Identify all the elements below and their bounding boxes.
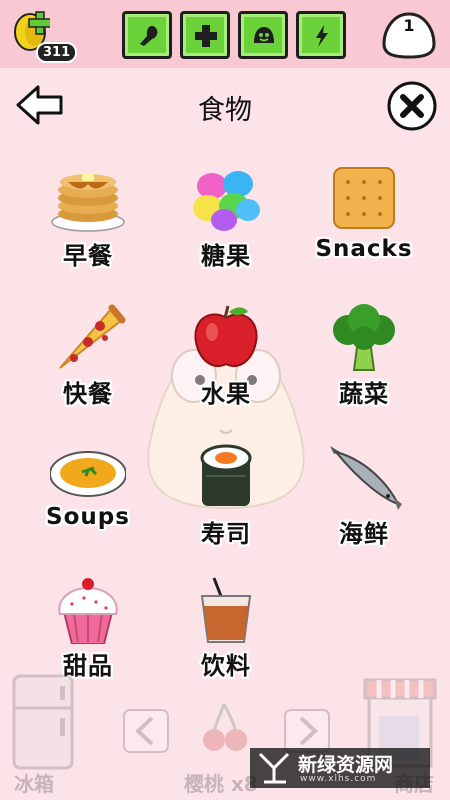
candy-icon bbox=[193, 171, 260, 231]
category-label: 早餐 bbox=[63, 242, 113, 270]
sushi-icon bbox=[200, 444, 252, 506]
category-label: 寿司 bbox=[201, 520, 251, 548]
category-label: 海鲜 bbox=[339, 520, 389, 548]
category-snacks[interactable]: Snacks bbox=[294, 166, 434, 294]
category-soups[interactable]: Soups bbox=[18, 444, 158, 572]
fridge-label: 冰箱 bbox=[14, 772, 54, 796]
chevron-left-icon[interactable] bbox=[122, 708, 170, 754]
level-number: 1 bbox=[403, 16, 415, 35]
category-drinks[interactable]: 饮料 bbox=[156, 576, 296, 704]
apple-icon bbox=[194, 305, 258, 367]
category-label: 蔬菜 bbox=[339, 380, 389, 408]
lightning-icon bbox=[316, 25, 328, 47]
plus-icon bbox=[195, 25, 217, 47]
category-fruit[interactable]: 水果 bbox=[156, 304, 296, 432]
fridge-icon[interactable] bbox=[12, 674, 74, 770]
category-seafood[interactable]: 海鲜 bbox=[294, 444, 434, 572]
health-stat[interactable] bbox=[180, 11, 230, 59]
category-fastfood[interactable]: 快餐 bbox=[18, 304, 158, 432]
soup-icon bbox=[50, 451, 126, 497]
watermark-text: 新绿资源网 bbox=[298, 754, 394, 776]
watermark-url: www.xlhs.com bbox=[300, 774, 377, 784]
category-vegetables[interactable]: 蔬菜 bbox=[294, 304, 434, 432]
drink-icon bbox=[200, 577, 252, 643]
fun-stat[interactable] bbox=[238, 11, 288, 59]
arrow-left-icon[interactable] bbox=[14, 82, 66, 128]
category-label: Soups bbox=[46, 504, 130, 530]
food-stat[interactable] bbox=[122, 11, 172, 59]
pizza-icon bbox=[59, 304, 126, 369]
category-candy[interactable]: 糖果 bbox=[156, 166, 296, 294]
coin-count: 311 bbox=[36, 42, 78, 63]
category-label: 水果 bbox=[201, 380, 251, 408]
fish-icon bbox=[330, 446, 402, 510]
drumstick-icon bbox=[140, 25, 158, 46]
category-label: Snacks bbox=[315, 236, 413, 262]
item-count-label: 樱桃 x8 bbox=[184, 772, 258, 796]
category-label: 快餐 bbox=[63, 380, 113, 408]
page-title: 食物 bbox=[198, 95, 252, 126]
smile-icon bbox=[254, 27, 274, 43]
pancakes-icon bbox=[51, 174, 125, 232]
watermark-logo-icon bbox=[258, 752, 290, 784]
cupcake-icon bbox=[58, 578, 118, 644]
cracker-icon bbox=[333, 167, 395, 229]
watermark: 新绿资源网 www.xlhs.com bbox=[250, 748, 430, 788]
category-sushi[interactable]: 寿司 bbox=[156, 444, 296, 572]
broccoli-icon bbox=[333, 304, 395, 371]
category-breakfast[interactable]: 早餐 bbox=[18, 166, 158, 294]
category-label: 饮料 bbox=[201, 652, 251, 680]
cherry-icon bbox=[203, 703, 247, 751]
top-status-bar: 311 1 bbox=[0, 0, 450, 68]
category-label: 糖果 bbox=[201, 242, 251, 270]
energy-stat[interactable] bbox=[296, 11, 346, 59]
close-icon[interactable] bbox=[386, 80, 438, 132]
